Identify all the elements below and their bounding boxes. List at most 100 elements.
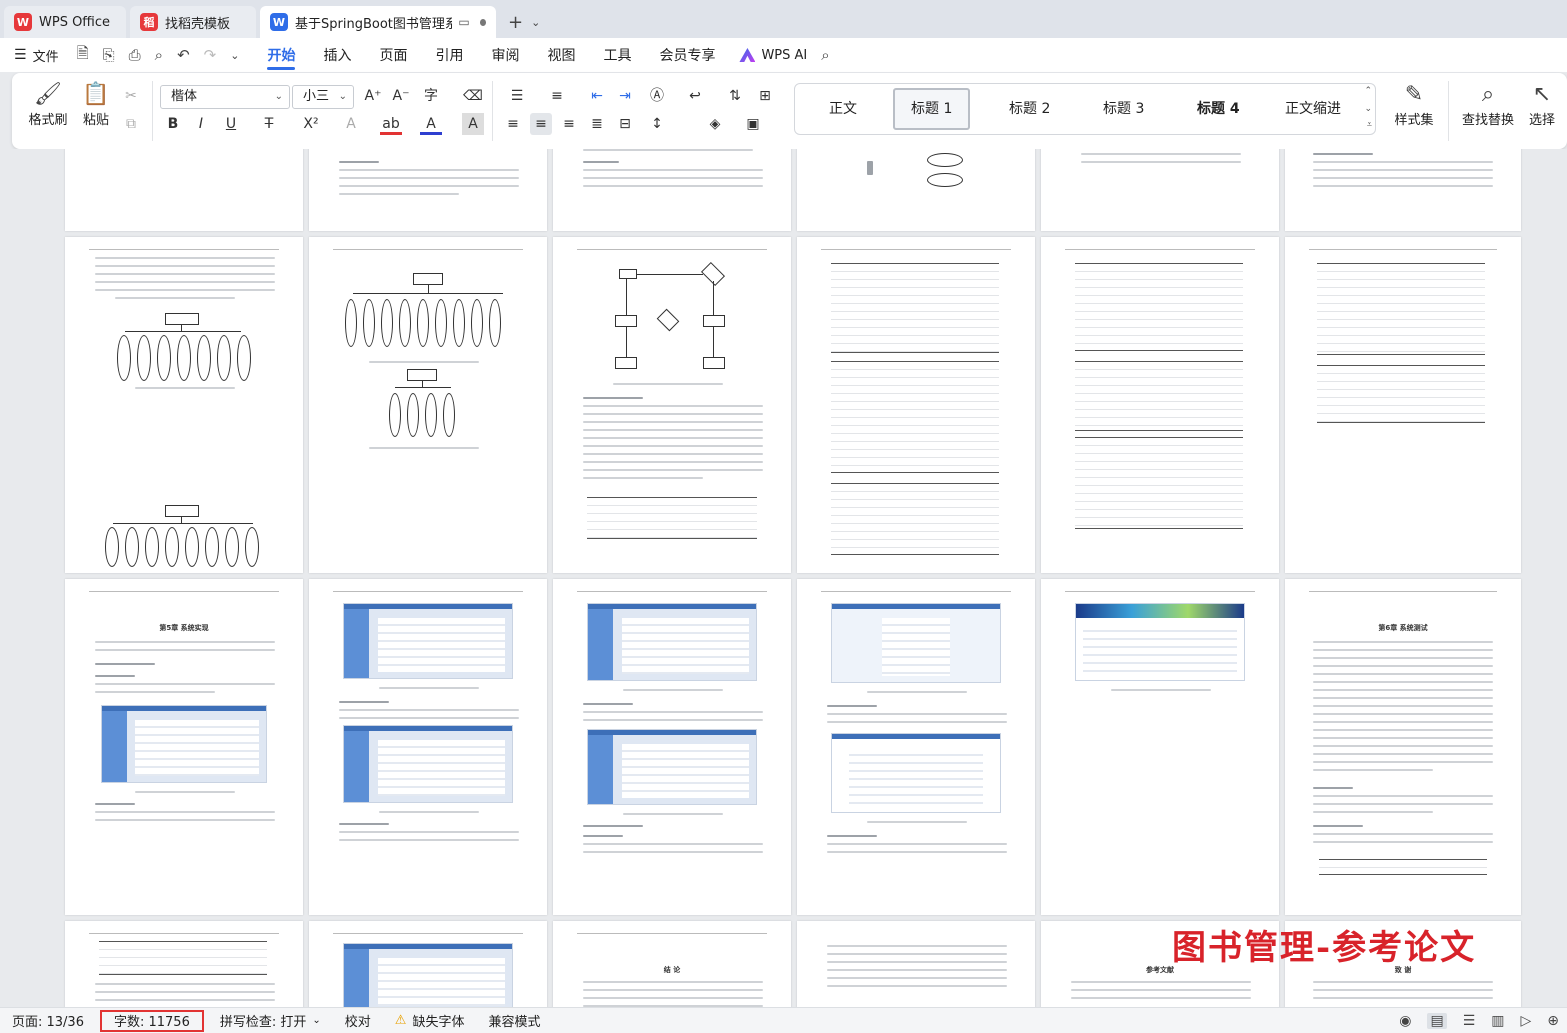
new-tab-button[interactable]: + ⌄ — [500, 6, 548, 38]
page-thumbnail[interactable] — [309, 149, 547, 231]
search-icon[interactable]: ⌕ — [821, 46, 829, 64]
superscript-icon[interactable]: X² — [300, 113, 322, 135]
eye-protection-icon[interactable]: ◉ — [1399, 1013, 1411, 1029]
cut-icon[interactable]: ✂ — [120, 85, 142, 107]
print-preview-icon[interactable]: ⌕ — [155, 46, 163, 64]
distributed-icon[interactable]: ⊟ — [614, 113, 636, 135]
styles-scroll-up-icon[interactable]: ⌃ — [1364, 86, 1372, 96]
tab-references[interactable]: 引用 — [435, 38, 463, 72]
outline-view-icon[interactable]: ☰ — [1463, 1013, 1476, 1029]
spell-check-toggle[interactable]: 拼写检查: 打开 ⌄ — [208, 1008, 333, 1033]
find-replace-button[interactable]: ⌕ 查找替换 — [1458, 81, 1518, 128]
styles-scroll-down-icon[interactable]: ⌄ — [1364, 104, 1372, 114]
style-body-indent[interactable]: 正文缩进 — [1285, 98, 1341, 118]
page-thumbnail[interactable] — [797, 579, 1035, 915]
page-thumbnail[interactable] — [1285, 237, 1521, 573]
page-thumbnail[interactable] — [65, 921, 303, 1007]
align-center-icon[interactable]: ≡ — [530, 113, 552, 135]
redo-icon[interactable]: ↷ — [204, 46, 217, 64]
page-thumbnail[interactable] — [309, 237, 547, 573]
style-heading-1[interactable]: 标题 1 — [893, 88, 971, 130]
style-heading-2[interactable]: 标题 2 — [1009, 98, 1050, 118]
bullet-list-icon[interactable]: ☰ — [506, 85, 528, 107]
style-heading-3[interactable]: 标题 3 — [1103, 98, 1144, 118]
style-set-button[interactable]: ✎ 样式集 — [1386, 81, 1442, 128]
page-thumbnail[interactable] — [65, 149, 303, 231]
page-thumbnail[interactable] — [553, 579, 791, 915]
underline-icon[interactable]: U — [220, 113, 242, 135]
strikethrough-icon[interactable]: T — [258, 113, 280, 135]
web-view-icon[interactable]: ▥ — [1491, 1013, 1504, 1029]
align-left-icon[interactable]: ≡ — [502, 113, 524, 135]
page-thumbnail[interactable] — [797, 921, 1035, 1007]
page-thumbnail[interactable] — [553, 149, 791, 231]
font-color-icon[interactable]: A — [420, 113, 442, 135]
style-heading-4[interactable]: 标题 4 — [1197, 98, 1240, 118]
page-thumbnail[interactable] — [309, 579, 547, 915]
globe-icon[interactable]: ⊕ — [1547, 1013, 1559, 1029]
font-name-select[interactable]: 楷体 ⌄ — [160, 85, 290, 109]
tab-template[interactable]: 稻 找稻壳模板 — [130, 6, 256, 38]
missing-font-button[interactable]: ⚠ 缺失字体 — [383, 1008, 477, 1033]
unsaved-dot-icon[interactable] — [479, 18, 486, 26]
clear-format-icon[interactable]: ⌫ — [462, 85, 484, 107]
text-direction-icon[interactable]: Ⓐ — [646, 85, 668, 107]
shading-icon[interactable]: ◈ — [704, 113, 726, 135]
page-thumbnail[interactable] — [1041, 579, 1279, 915]
text-effect-icon[interactable]: A — [340, 113, 362, 135]
chevron-down-icon[interactable]: ⌄ — [531, 16, 540, 29]
print-icon[interactable]: ⎙ — [129, 46, 141, 64]
undo-icon[interactable]: ↶ — [177, 46, 190, 64]
page-thumbnail[interactable] — [1041, 149, 1279, 231]
page-thumbnail[interactable] — [65, 237, 303, 573]
monitor-icon[interactable]: ▭ — [458, 15, 469, 29]
increase-indent-icon[interactable]: ⇥ — [614, 85, 636, 107]
italic-icon[interactable]: I — [190, 113, 212, 135]
justify-icon[interactable]: ≣ — [586, 113, 608, 135]
tab-review[interactable]: 审阅 — [491, 38, 519, 72]
format-painter-button[interactable]: 🖌 格式刷 — [24, 81, 72, 128]
font-size-select[interactable]: 小三 ⌄ — [292, 85, 354, 109]
highlight-icon[interactable]: ab — [380, 113, 402, 135]
page-thumbnail[interactable] — [309, 921, 547, 1007]
borders-icon[interactable]: ▣ — [742, 113, 764, 135]
line-break-icon[interactable]: ↩ — [684, 85, 706, 107]
file-menu-button[interactable]: ☰ 文件 — [14, 46, 59, 65]
tab-document[interactable]: W 基于SpringBoot图书管理系统 ▭ — [260, 6, 496, 38]
decrease-indent-icon[interactable]: ⇤ — [586, 85, 608, 107]
save-icon[interactable]: 🗎 — [77, 43, 89, 68]
tab-insert[interactable]: 插入 — [323, 38, 351, 72]
copy-icon[interactable]: ⧉ — [120, 113, 142, 135]
bold-icon[interactable]: B — [162, 113, 184, 135]
align-right-icon[interactable]: ≡ — [558, 113, 580, 135]
document-canvas[interactable]: 第5章 系统实现 第6章 系统测试 结 论 参考文献 致 谢 — [0, 149, 1567, 1007]
page-thumbnail[interactable] — [1041, 237, 1279, 573]
tab-home[interactable]: 开始 — [267, 38, 296, 72]
tab-tools[interactable]: 工具 — [603, 38, 631, 72]
page-thumbnail[interactable] — [553, 237, 791, 573]
paste-button[interactable]: 📋 粘贴 — [72, 81, 120, 128]
style-normal[interactable]: 正文 — [829, 98, 857, 118]
play-icon[interactable]: ▷ — [1520, 1013, 1531, 1029]
page-thumbnail[interactable] — [797, 149, 1035, 231]
sort-icon[interactable]: ⇅ — [724, 85, 746, 107]
wps-ai-button[interactable]: WPS AI — [739, 48, 807, 63]
quick-access-more-icon[interactable]: ⌄ — [230, 49, 239, 62]
page-view-icon[interactable]: ▤ — [1427, 1013, 1447, 1029]
tab-view[interactable]: 视图 — [547, 38, 575, 72]
tab-page[interactable]: 页面 — [379, 38, 407, 72]
word-count[interactable]: 字数: 11756 — [99, 1009, 204, 1032]
page-thumbnail[interactable]: 第6章 系统测试 — [1285, 579, 1521, 915]
select-button[interactable]: ↖ 选择 — [1520, 81, 1564, 128]
char-shading-icon[interactable]: A — [462, 113, 484, 135]
grow-font-icon[interactable]: A⁺ — [362, 85, 384, 107]
page-thumbnail[interactable]: 第5章 系统实现 — [65, 579, 303, 915]
export-icon[interactable]: ⎘ — [103, 46, 115, 64]
page-thumbnail[interactable] — [797, 237, 1035, 573]
show-marks-icon[interactable]: ⊞ — [754, 85, 776, 107]
page-thumbnail[interactable]: 结 论 — [553, 921, 791, 1007]
page-indicator[interactable]: 页面: 13/36 — [0, 1008, 96, 1033]
phonetic-guide-icon[interactable]: 字 — [420, 85, 442, 107]
numbered-list-icon[interactable]: ≡ — [546, 85, 568, 107]
proofread-button[interactable]: 校对 — [333, 1008, 383, 1033]
